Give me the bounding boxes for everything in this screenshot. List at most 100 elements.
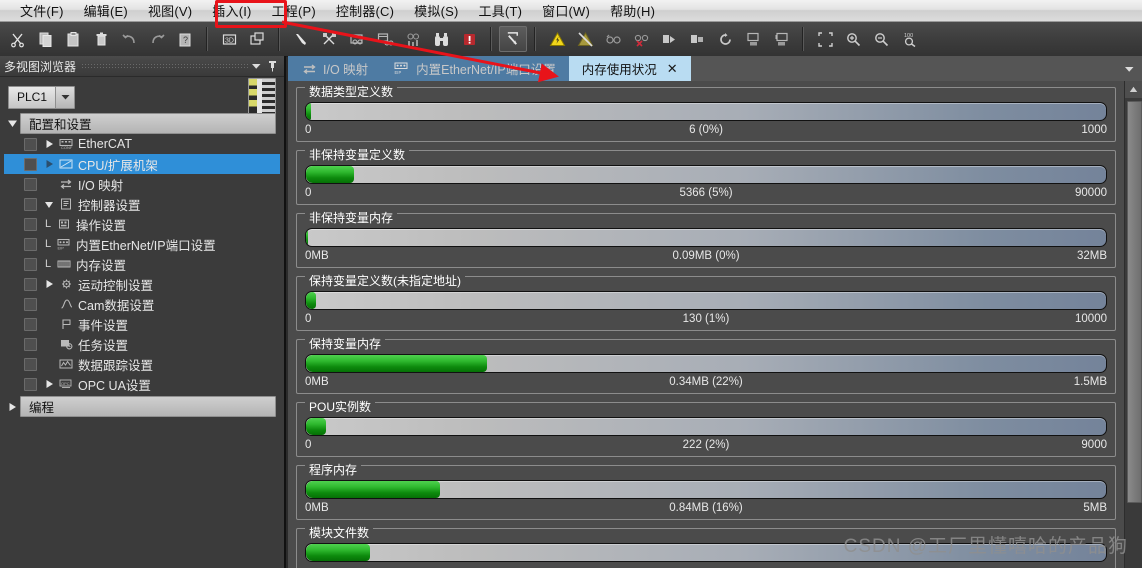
usage-bar-fill	[306, 103, 311, 120]
stop-mode-button[interactable]	[683, 26, 711, 52]
rebuild-button[interactable]	[315, 26, 343, 52]
tab-eip-port[interactable]: EIP 内置EtherNet/IP端口设置	[381, 56, 569, 81]
transfer-to-controller-button[interactable]	[739, 26, 767, 52]
tab-io-map[interactable]: I/O 映射	[288, 56, 382, 81]
checkbox[interactable]	[24, 197, 37, 211]
tree-item-opc-ua[interactable]: OPC OPC UA设置	[4, 374, 280, 394]
search-all-button[interactable]	[399, 26, 427, 52]
pin-icon[interactable]	[264, 58, 280, 74]
usage-bar-fill	[306, 166, 354, 183]
eip-port-icon: EIP	[394, 62, 410, 76]
chevron-down-icon[interactable]	[56, 87, 74, 108]
scroll-up-button[interactable]	[1125, 81, 1142, 98]
checkbox[interactable]	[24, 237, 37, 251]
monitor-off-button[interactable]	[627, 26, 655, 52]
online-compare-button[interactable]	[343, 26, 371, 52]
tree-group-config[interactable]: 配置和设置	[20, 113, 276, 134]
tree-item-ethercat[interactable]: CONF EtherCAT	[4, 134, 280, 154]
tree-item-cpu-rack[interactable]: CPU/扩展机架	[4, 154, 280, 174]
zoom-out-button[interactable]	[867, 26, 895, 52]
usage-bar-fill	[306, 481, 441, 498]
tree-item-motion-control[interactable]: 运动控制设置	[4, 274, 280, 294]
fit-window-icon	[817, 31, 833, 47]
checkbox[interactable]	[24, 177, 37, 191]
tree-item-task-settings[interactable]: 任务设置	[4, 334, 280, 354]
tree-group-programming[interactable]: 编程	[20, 396, 276, 417]
delete-button[interactable]	[87, 26, 115, 52]
checkbox[interactable]	[24, 297, 37, 311]
checkbox[interactable]	[24, 377, 37, 391]
menu-controller[interactable]: 控制器(C)	[326, 0, 404, 22]
cut-button[interactable]	[3, 26, 31, 52]
warning-off-button[interactable]	[571, 26, 599, 52]
tree-item-eip-port-settings[interactable]: L EIP 内置EtherNet/IP端口设置	[4, 234, 280, 254]
tree-item-event-settings[interactable]: 事件设置	[4, 314, 280, 334]
build-button[interactable]	[287, 26, 315, 52]
chevron-right-icon[interactable]	[41, 374, 57, 394]
paste-button[interactable]	[59, 26, 87, 52]
transfer-from-controller-button[interactable]	[767, 26, 795, 52]
error-stop-button[interactable]	[455, 26, 483, 52]
tree-item-data-trace[interactable]: 数据跟踪设置	[4, 354, 280, 374]
reset-button[interactable]	[711, 26, 739, 52]
menu-simulation[interactable]: 模拟(S)	[404, 0, 468, 22]
tree-item-operation-settings[interactable]: L 操作设置	[4, 214, 280, 234]
svg-text:EIP: EIP	[395, 70, 402, 75]
panel-frame: 0 5366 (5%) 90000	[296, 150, 1116, 205]
chevron-down-icon[interactable]	[41, 194, 57, 214]
menu-insert[interactable]: 插入(I)	[202, 0, 261, 22]
chevron-down-icon[interactable]	[1116, 56, 1142, 81]
zoom-100-button[interactable]: 100	[895, 26, 923, 52]
bar-labels	[305, 564, 1107, 568]
menu-tools[interactable]: 工具(T)	[469, 0, 533, 22]
toolbar-separator	[206, 27, 208, 51]
scrollbar-thumb[interactable]	[1127, 101, 1142, 503]
run-mode-button[interactable]	[655, 26, 683, 52]
menu-window[interactable]: 窗口(W)	[532, 0, 600, 22]
warning-button[interactable]	[543, 26, 571, 52]
paste-special-button[interactable]: ?	[171, 26, 199, 52]
expand-triangle-icon[interactable]	[4, 114, 20, 134]
copy-button[interactable]	[31, 26, 59, 52]
tree-item-cam-data[interactable]: Cam数据设置	[4, 294, 280, 314]
chevron-right-icon[interactable]	[41, 134, 57, 154]
panel-title: POU实例数	[305, 401, 376, 413]
window-arrange-button[interactable]	[243, 26, 271, 52]
checkbox[interactable]	[24, 317, 37, 331]
menu-file[interactable]: 文件(F)	[10, 0, 74, 22]
checkbox[interactable]	[24, 277, 37, 291]
device-selector[interactable]: PLC1	[8, 85, 76, 109]
usage-bar-fill	[306, 292, 317, 309]
tree-item-io-map[interactable]: I/O 映射	[4, 174, 280, 194]
chevron-right-icon[interactable]	[41, 154, 57, 174]
redo-button[interactable]	[143, 26, 171, 52]
close-icon[interactable]: ✕	[667, 61, 678, 77]
checkbox[interactable]	[24, 337, 37, 351]
menu-project[interactable]: 工程(P)	[262, 0, 326, 22]
tab-memory-usage[interactable]: 内存使用状况 ✕	[568, 56, 691, 81]
chevron-right-icon[interactable]	[41, 274, 57, 294]
find-button[interactable]	[427, 26, 455, 52]
zoom-in-button[interactable]	[839, 26, 867, 52]
tree-item-memory-settings[interactable]: L 内存设置	[4, 254, 280, 274]
bar-value-label: 130 (1%)	[682, 313, 730, 325]
chevron-right-icon[interactable]	[4, 397, 20, 417]
checkbox[interactable]	[24, 357, 37, 371]
menu-edit[interactable]: 编辑(E)	[74, 0, 138, 22]
chevron-down-icon[interactable]	[248, 58, 264, 74]
checkbox[interactable]	[24, 257, 37, 271]
menu-view[interactable]: 视图(V)	[138, 0, 202, 22]
go-online-button[interactable]	[499, 26, 527, 52]
tree-item-controller-settings[interactable]: 控制器设置	[4, 194, 280, 214]
undo-button[interactable]	[115, 26, 143, 52]
monitor-button[interactable]	[599, 26, 627, 52]
fit-window-button[interactable]	[811, 26, 839, 52]
checkbox[interactable]	[24, 137, 37, 151]
checkbox[interactable]	[24, 217, 37, 231]
transfer-compare-button[interactable]	[371, 26, 399, 52]
3d-view-button[interactable]: 3D	[215, 26, 243, 52]
vertical-scrollbar[interactable]	[1124, 81, 1142, 568]
usage-bar	[305, 291, 1107, 310]
menu-help[interactable]: 帮助(H)	[600, 0, 665, 22]
checkbox[interactable]	[24, 157, 37, 171]
